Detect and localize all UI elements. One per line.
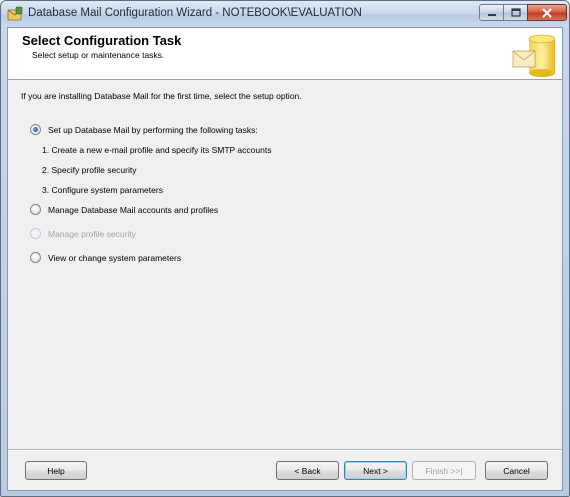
close-icon: [542, 8, 552, 17]
database-mail-app-icon: [7, 6, 23, 21]
option-system-parameters-label: View or change system parameters: [48, 252, 182, 263]
title-bar[interactable]: Database Mail Configuration Wizard - NOT…: [1, 1, 569, 27]
intro-text: If you are installing Database Mail for …: [21, 91, 302, 101]
wizard-header: Select Configuration Task Select setup o…: [8, 28, 562, 80]
wizard-window: Database Mail Configuration Wizard - NOT…: [0, 0, 570, 497]
option-manage-accounts-label: Manage Database Mail accounts and profil…: [48, 204, 219, 215]
option-manage-profile-security: Manage profile security: [30, 228, 136, 239]
radio-setup[interactable]: [30, 124, 41, 135]
maximize-button[interactable]: [503, 4, 528, 21]
wizard-body: Select Configuration Task Select setup o…: [7, 27, 563, 491]
page-subtitle: Select setup or maintenance tasks.: [32, 50, 165, 60]
minimize-icon: [487, 13, 496, 16]
page-title: Select Configuration Task: [22, 33, 182, 48]
window-title: Database Mail Configuration Wizard - NOT…: [28, 7, 362, 19]
maximize-icon: [510, 8, 521, 17]
next-button[interactable]: Next >: [344, 461, 407, 480]
setup-task-1: 1. Create a new e-mail profile and speci…: [42, 145, 272, 155]
setup-task-3: 3. Configure system parameters: [42, 185, 163, 195]
finish-button: Finish >>|: [412, 461, 476, 480]
back-button[interactable]: < Back: [276, 461, 339, 480]
option-setup-database-mail[interactable]: Set up Database Mail by performing the f…: [30, 124, 258, 135]
option-manage-accounts[interactable]: Manage Database Mail accounts and profil…: [30, 204, 218, 215]
radio-manage-profile-security: [30, 228, 41, 239]
footer-divider: [8, 449, 562, 451]
setup-task-2: 2. Specify profile security: [42, 165, 137, 175]
database-envelope-icon: [512, 34, 556, 77]
minimize-button[interactable]: [479, 4, 504, 21]
option-setup-label: Set up Database Mail by performing the f…: [48, 124, 258, 135]
option-system-parameters[interactable]: View or change system parameters: [30, 252, 181, 263]
option-manage-profile-security-label: Manage profile security: [48, 228, 136, 239]
radio-manage-accounts[interactable]: [30, 204, 41, 215]
help-button[interactable]: Help: [25, 461, 87, 480]
cancel-button[interactable]: Cancel: [485, 461, 548, 480]
radio-system-parameters[interactable]: [30, 252, 41, 263]
close-button[interactable]: [527, 4, 567, 21]
